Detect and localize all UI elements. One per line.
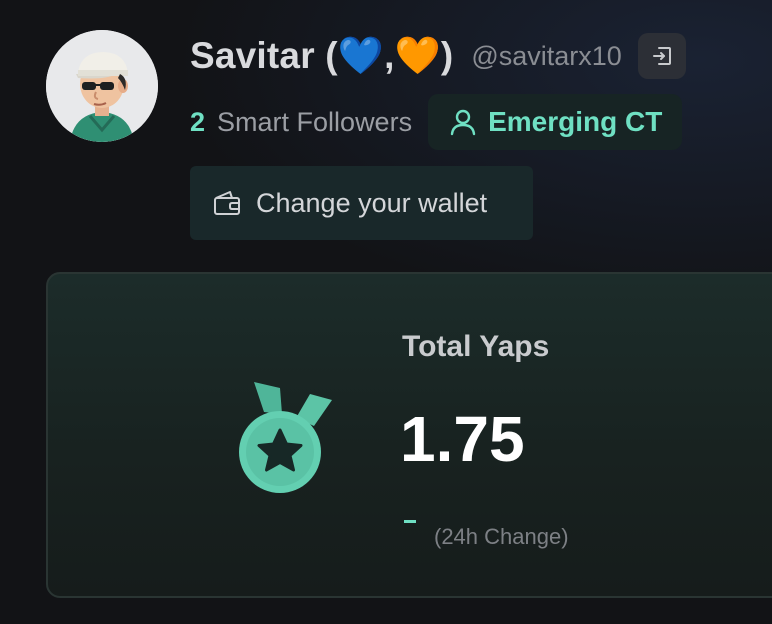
badge-label: Emerging CT — [488, 106, 663, 137]
wallet-icon — [214, 191, 240, 215]
avatar-image — [46, 30, 158, 142]
emerging-ct-badge[interactable]: Emerging CT — [428, 94, 683, 150]
handle: @savitarx10 — [471, 40, 622, 71]
logout-button[interactable] — [637, 33, 686, 79]
logout-icon — [652, 47, 671, 65]
followers-row: 2 Smart Followers Emerging CT — [190, 94, 683, 150]
total-yaps-card: Total Yaps 1.75 (24h Change) — [46, 272, 772, 598]
smart-followers-count: 2 — [190, 106, 206, 137]
change-wallet-label: Change your wallet — [256, 187, 488, 218]
smart-followers-label: Smart Followers — [217, 106, 413, 137]
profile-page: Savitar (💙,🧡) @savitarx10 2 Smart Follow… — [0, 0, 772, 624]
name-row: Savitar (💙,🧡) @savitarx10 — [190, 32, 686, 80]
total-yaps-title: Total Yaps — [402, 330, 550, 363]
change-wallet-button[interactable]: Change your wallet — [190, 166, 533, 240]
user-icon — [450, 109, 476, 136]
medal-icon — [239, 382, 332, 493]
total-yaps-value: 1.75 — [400, 403, 525, 475]
yaps-change-label: (24h Change) — [434, 524, 569, 549]
display-name: Savitar (💙,🧡) — [190, 34, 454, 76]
avatar[interactable] — [46, 30, 158, 142]
yaps-change-value — [404, 520, 416, 523]
